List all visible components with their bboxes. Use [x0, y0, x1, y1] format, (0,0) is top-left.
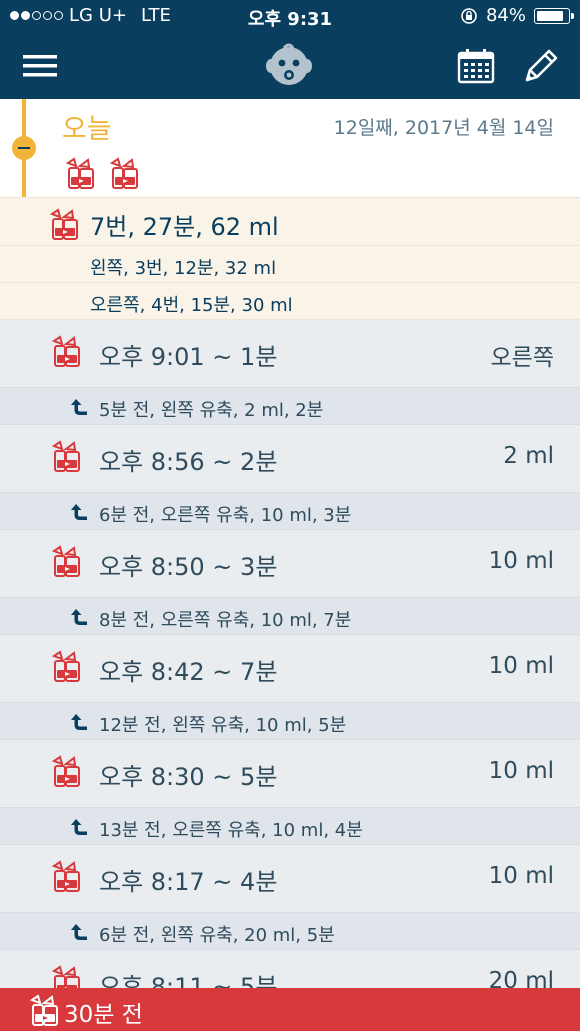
pencil-icon[interactable]	[520, 45, 562, 87]
return-arrow-icon	[70, 502, 90, 526]
log-content[interactable]: 오늘 12일째, 2017년 4월 14일 7번, 27분, 62 ml 왼쪽,…	[0, 99, 580, 988]
return-arrow-icon	[70, 922, 90, 946]
today-header: 오늘 12일째, 2017년 4월 14일	[0, 99, 580, 197]
entry-detail: 8분 전, 오른쪽 유축, 10 ml, 7분	[99, 610, 352, 631]
entry-list: 오후 9:01 ~ 1분 오른쪽 5분 전, 왼쪽 유축, 2 ml, 2분 오…	[0, 320, 580, 988]
baby-face-icon[interactable]	[264, 42, 314, 90]
entry-time: 오후 8:42 ~ 7분	[99, 658, 278, 686]
list-item-detail[interactable]: 8분 전, 오른쪽 유축, 10 ml, 7분	[0, 598, 580, 635]
elapsed-time-bar[interactable]: 30분 전	[0, 988, 580, 1031]
today-date: 12일째, 2017년 4월 14일	[333, 117, 554, 139]
summary-right: 오른쪽, 4번, 15분, 30 ml	[90, 295, 293, 316]
calendar-icon[interactable]	[456, 47, 496, 85]
return-arrow-icon	[70, 817, 90, 841]
list-item[interactable]: 오후 9:01 ~ 1분 오른쪽	[0, 320, 580, 388]
pump-icon	[50, 440, 84, 478]
status-right: 84%	[460, 5, 574, 26]
list-item[interactable]: 오후 8:11 ~ 5분 20 ml	[0, 950, 580, 988]
entry-time: 오후 8:56 ~ 2분	[99, 448, 278, 476]
pump-icon	[50, 965, 84, 988]
summary-total-row: 7번, 27분, 62 ml	[0, 198, 580, 246]
entry-detail: 6분 전, 오른쪽 유축, 10 ml, 3분	[99, 505, 352, 526]
summary-right-row: 오른쪽, 4번, 15분, 30 ml	[0, 283, 580, 320]
entry-time: 오후 8:30 ~ 5분	[99, 763, 278, 791]
status-bar: LG U+ LTE 오후 9:31 84%	[0, 0, 580, 33]
list-item[interactable]: 오후 8:17 ~ 4분 10 ml	[0, 845, 580, 913]
today-icons	[64, 157, 142, 195]
summary-left-row: 왼쪽, 3번, 12분, 32 ml	[0, 246, 580, 283]
collapse-icon[interactable]	[12, 136, 36, 160]
list-item-detail[interactable]: 13분 전, 오른쪽 유축, 10 ml, 4분	[0, 808, 580, 845]
entry-detail: 6분 전, 왼쪽 유축, 20 ml, 5분	[99, 925, 335, 946]
battery-icon	[534, 7, 574, 24]
pump-icon	[50, 860, 84, 898]
entry-value: 10 ml	[488, 758, 554, 784]
pump-icon	[108, 157, 142, 195]
entry-value: 2 ml	[503, 443, 554, 469]
nav-bar	[0, 33, 580, 99]
entry-time: 오후 8:11 ~ 5분	[99, 973, 278, 988]
pump-icon	[50, 335, 84, 373]
today-label: 오늘	[62, 114, 112, 145]
return-arrow-icon	[70, 397, 90, 421]
entry-time: 오후 8:50 ~ 3분	[99, 553, 278, 581]
entry-value: 오른쪽	[490, 345, 554, 371]
return-arrow-icon	[70, 712, 90, 736]
entry-value: 20 ml	[488, 968, 554, 988]
entry-detail: 12분 전, 왼쪽 유축, 10 ml, 5분	[99, 715, 347, 736]
entry-value: 10 ml	[488, 863, 554, 889]
pump-icon	[28, 994, 62, 1031]
entry-detail: 13분 전, 오른쪽 유축, 10 ml, 4분	[99, 820, 363, 841]
return-arrow-icon	[70, 607, 90, 631]
pump-icon	[64, 157, 98, 195]
summary-left: 왼쪽, 3번, 12분, 32 ml	[90, 258, 277, 279]
elapsed-time-label: 30분 전	[64, 1002, 143, 1028]
pump-icon	[50, 650, 84, 688]
entry-time: 오후 9:01 ~ 1분	[99, 343, 278, 371]
hamburger-menu-icon[interactable]	[22, 51, 58, 81]
battery-percent: 84%	[485, 5, 526, 26]
entry-value: 10 ml	[488, 548, 554, 574]
entry-time: 오후 8:17 ~ 4분	[99, 868, 278, 896]
summary-total: 7번, 27분, 62 ml	[90, 213, 279, 241]
entry-detail: 5분 전, 왼쪽 유축, 2 ml, 2분	[99, 400, 324, 421]
pump-icon	[50, 755, 84, 793]
list-item[interactable]: 오후 8:30 ~ 5분 10 ml	[0, 740, 580, 808]
list-item-detail[interactable]: 12분 전, 왼쪽 유축, 10 ml, 5분	[0, 703, 580, 740]
rotation-lock-icon	[461, 7, 477, 24]
list-item-detail[interactable]: 6분 전, 왼쪽 유축, 20 ml, 5분	[0, 913, 580, 950]
entry-value: 10 ml	[488, 653, 554, 679]
list-item[interactable]: 오후 8:50 ~ 3분 10 ml	[0, 530, 580, 598]
pump-icon	[50, 545, 84, 583]
list-item-detail[interactable]: 6분 전, 오른쪽 유축, 10 ml, 3분	[0, 493, 580, 530]
daily-summary[interactable]: 7번, 27분, 62 ml 왼쪽, 3번, 12분, 32 ml 오른쪽, 4…	[0, 197, 580, 320]
list-item[interactable]: 오후 8:56 ~ 2분 2 ml	[0, 425, 580, 493]
list-item-detail[interactable]: 5분 전, 왼쪽 유축, 2 ml, 2분	[0, 388, 580, 425]
pump-icon	[48, 208, 82, 246]
list-item[interactable]: 오후 8:42 ~ 7분 10 ml	[0, 635, 580, 703]
